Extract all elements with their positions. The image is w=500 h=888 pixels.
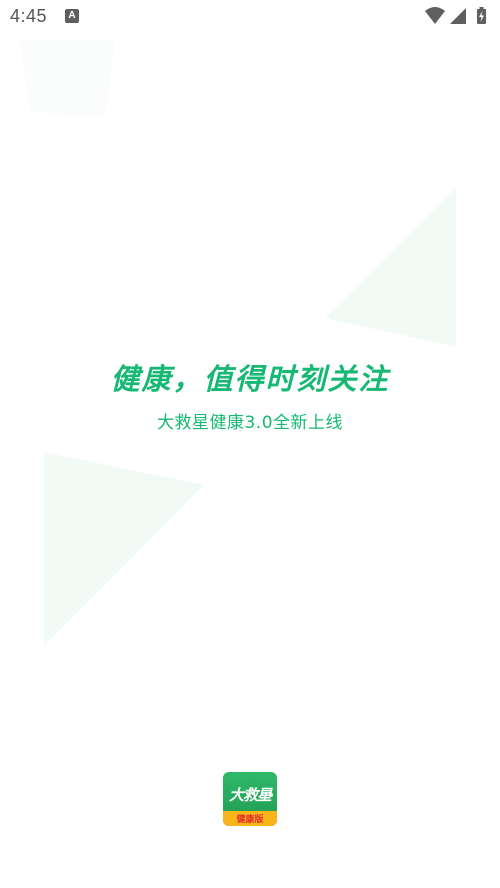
status-icons — [424, 6, 492, 26]
a-icon-glyph: A — [68, 10, 76, 21]
battery-charging-icon — [477, 7, 486, 24]
status-time: 4:45 — [10, 6, 48, 26]
app-logo-icon: 大救星 健康版 — [223, 772, 277, 826]
a-icon: A — [65, 9, 79, 23]
splash-subline: 大救星健康3.0全新上线 — [156, 413, 344, 433]
splash-screen: 4:45 A 健康，值得时刻关注 大救星健康3.0全新上线 大救星 健康版 — [0, 0, 500, 888]
background-decoration — [20, 40, 456, 646]
wifi-icon — [425, 7, 445, 24]
app-logo-edition: 健康版 — [236, 815, 264, 825]
app-logo-band: 健康版 — [223, 811, 277, 826]
status-bar: 4:45 A — [0, 0, 500, 34]
logo-star-dot — [269, 793, 273, 797]
cell-signal-icon — [450, 8, 466, 24]
splash-headline: 健康，值得时刻关注 — [110, 362, 390, 396]
